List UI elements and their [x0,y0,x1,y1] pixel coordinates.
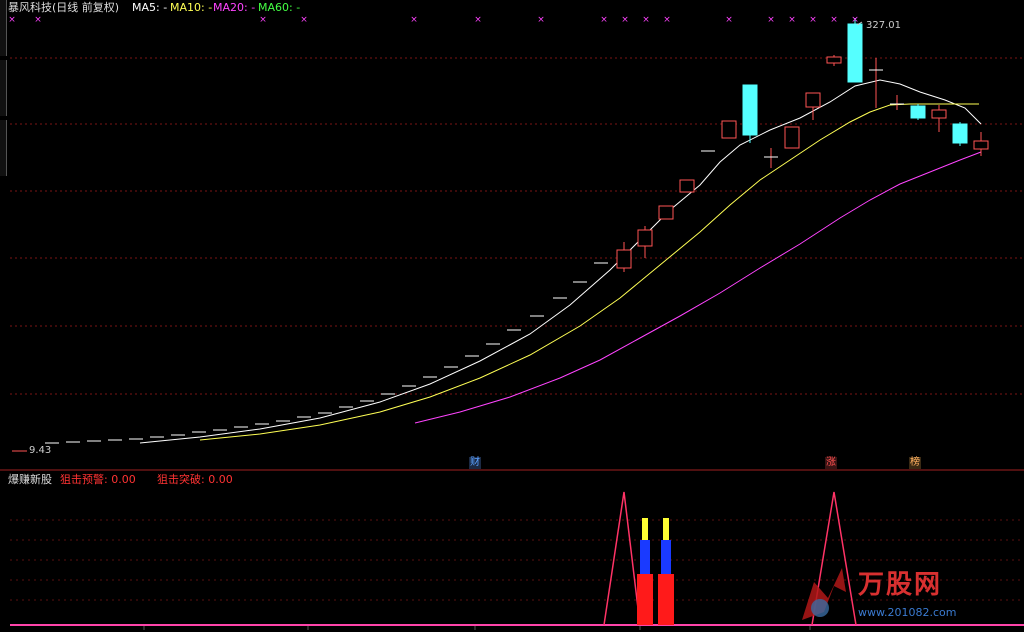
indicator-bar-blue [640,540,650,574]
signal-marker: × [600,15,608,25]
chart-title: 暴风科技(日线 前复权) [8,1,120,14]
price-grid [10,57,1024,630]
signal-marker: × [851,15,859,25]
ma20-legend: MA20: - [213,1,256,14]
signal-marker: × [300,15,308,25]
event-badge-ranking[interactable]: 榜 [909,457,921,469]
candle-body [637,229,653,247]
ma60-legend: MA60: - [258,1,301,14]
stock-chart-canvas[interactable]: × × × × × × × × × × × × × × × × × [0,0,1024,632]
candlestick-series[interactable] [45,18,989,444]
signal-marker: × [8,15,16,25]
watermark: 万股网 www.201082.com [794,562,994,626]
moving-average-lines [139,79,982,444]
event-badge-finance[interactable]: 财 [469,457,481,469]
indicator-spike [603,491,641,626]
candle-body [721,120,737,139]
side-tab-3[interactable] [0,120,7,176]
top-signal-markers: × × × × × × × × × × × × × × × × × [8,15,859,25]
side-tab-2[interactable] [0,60,7,116]
indicator-warn-value: 狙击预警: 0.00 [60,473,136,486]
watermark-brand: 万股网 [858,570,943,600]
peak-price-label: 327.01 [866,20,901,31]
indicator-bar-blue [661,540,671,574]
signal-marker: × [663,15,671,25]
ma10-legend: MA10: - [170,1,213,14]
ma5-legend: MA5: - [132,1,168,14]
signal-marker: × [642,15,650,25]
candle-body [952,123,968,144]
watermark-url: www.201082.com [858,606,957,619]
signal-marker: × [788,15,796,25]
candle-body [616,249,632,269]
signal-marker: × [809,15,817,25]
signal-marker: × [621,15,629,25]
signal-marker: × [767,15,775,25]
low-price-label: 9.43 [29,445,52,456]
indicator-break-value: 狙击突破: 0.00 [157,473,233,486]
candle-body [847,23,863,83]
candle-body [742,84,758,136]
indicator-bar-yellow [663,518,669,540]
signal-marker: × [474,15,482,25]
signal-marker: × [410,15,418,25]
candle-body [784,126,800,149]
indicator-bar-red [637,574,653,625]
ma5-line [139,79,982,444]
candle-body [826,56,842,64]
candle-body [973,140,989,150]
indicator-bar-red [658,574,674,625]
signal-marker: × [830,15,838,25]
candle-body [805,92,821,108]
event-badge-limit-up[interactable]: 涨 [825,457,837,469]
ma20-line [414,151,982,424]
signal-marker: × [34,15,42,25]
side-tab-1[interactable] [0,0,7,56]
candle-body [931,109,947,119]
ma10-line [199,103,979,441]
signal-marker: × [537,15,545,25]
candle-body [658,205,674,220]
indicator-bar-yellow [642,518,648,540]
signal-marker: × [725,15,733,25]
signal-marker: × [259,15,267,25]
candle-body [679,179,695,193]
candle-body [910,105,926,119]
indicator-name: 爆赚新股 [8,473,52,486]
